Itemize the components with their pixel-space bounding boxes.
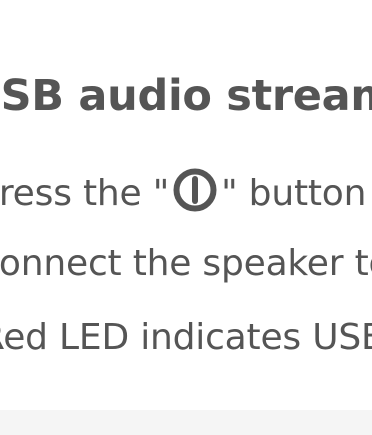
section-heading: USB audio streaming [0, 71, 372, 121]
instruction-line-power: Press the " " button [0, 166, 366, 218]
page-bottom-band [0, 410, 372, 435]
instruction-line-led: Red LED indicates USB [0, 317, 372, 358]
document-page: USB audio streaming Press the "" button … [0, 0, 372, 435]
power-icon [171, 166, 219, 214]
instruction-text-before-icon: Press the " [0, 173, 170, 214]
instruction-text-after-icon: " button [221, 173, 367, 214]
instruction-line-connect: Connect the speaker to [0, 243, 372, 284]
